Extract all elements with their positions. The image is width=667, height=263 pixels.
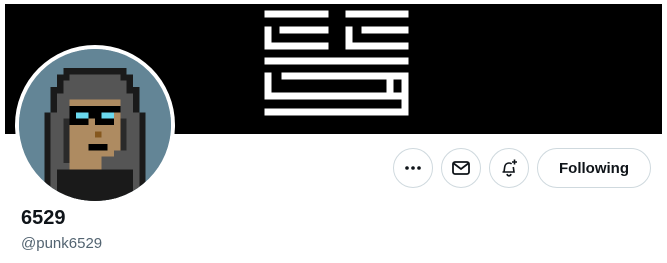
avatar-image xyxy=(19,49,171,201)
profile-handle: @punk6529 xyxy=(21,235,103,252)
envelope-icon xyxy=(452,161,470,175)
profile-avatar[interactable] xyxy=(15,45,175,205)
notifications-button[interactable] xyxy=(489,148,529,188)
message-button[interactable] xyxy=(441,148,481,188)
more-dots-icon xyxy=(405,166,421,170)
more-button[interactable] xyxy=(393,148,433,188)
following-button[interactable]: Following xyxy=(537,148,651,188)
following-button-label: Following xyxy=(559,159,629,177)
bell-plus-icon xyxy=(502,159,517,177)
profile-actions: Following xyxy=(393,147,651,189)
cryptopunk-avatar-icon xyxy=(19,49,171,201)
profile-display-name: 6529 xyxy=(21,207,66,229)
